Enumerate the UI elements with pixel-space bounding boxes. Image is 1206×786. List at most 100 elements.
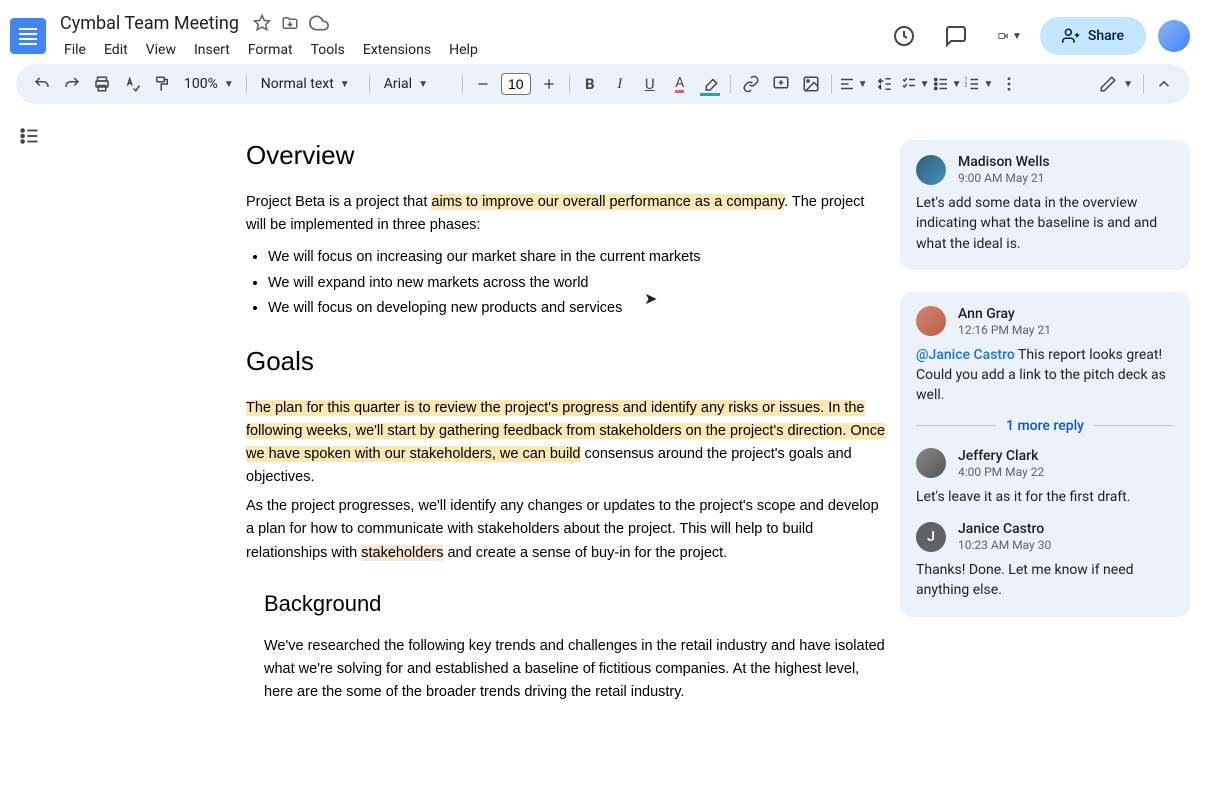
more-button[interactable]: [995, 70, 1023, 98]
comment-body: @Janice Castro This report looks great! …: [916, 345, 1174, 406]
font-size-input[interactable]: [501, 73, 531, 95]
zoom-select[interactable]: 100% ▼: [178, 76, 240, 92]
history-icon[interactable]: [884, 16, 924, 56]
line-spacing-button[interactable]: [870, 70, 898, 98]
highlight-color-button[interactable]: [696, 70, 724, 98]
title-area: Cymbal Team Meeting File Edit View Inser…: [56, 11, 884, 62]
more-replies-divider: 1 more reply: [916, 418, 1174, 434]
menu-insert[interactable]: Insert: [186, 38, 238, 62]
undo-button[interactable]: [28, 70, 56, 98]
numbered-list-button[interactable]: 12▼: [963, 70, 993, 98]
comment-body: Let's leave it as it for the first draft…: [916, 487, 1174, 507]
link-button[interactable]: [737, 70, 765, 98]
print-button[interactable]: [88, 70, 116, 98]
menu-tools[interactable]: Tools: [303, 38, 353, 62]
share-label: Share: [1088, 28, 1124, 44]
overview-paragraph[interactable]: Project Beta is a project that aims to i…: [246, 191, 886, 237]
chevron-down-icon: ▼: [1012, 31, 1022, 42]
menu-file[interactable]: File: [56, 38, 94, 62]
outline-toggle: [16, 112, 56, 786]
overview-bullets[interactable]: We will focus on increasing our market s…: [268, 245, 886, 321]
heading-overview[interactable]: Overview: [246, 140, 886, 171]
paragraph-style-value: Normal text: [261, 76, 334, 92]
comment-author: Ann Gray: [958, 306, 1051, 322]
move-icon[interactable]: [281, 14, 299, 32]
insert-image-button[interactable]: [797, 70, 825, 98]
editing-mode-button[interactable]: ▼: [1095, 70, 1137, 98]
bullet-item[interactable]: We will focus on developing new products…: [268, 296, 886, 321]
share-button[interactable]: Share: [1040, 17, 1146, 55]
chevron-down-icon: ▼: [340, 79, 350, 90]
italic-button[interactable]: I: [606, 70, 634, 98]
comment-reply: Jeffery Clark 4:00 PM May 22 Let's leave…: [916, 448, 1174, 507]
background-paragraph[interactable]: We've researched the following key trend…: [246, 635, 886, 705]
add-comment-button[interactable]: [767, 70, 795, 98]
comment-time: 10:23 AM May 30: [958, 538, 1051, 552]
align-button[interactable]: ▼: [838, 70, 868, 98]
header-actions: ▼ Share: [884, 16, 1190, 56]
comment-avatar: [916, 155, 946, 185]
goals-paragraph-2[interactable]: As the project progresses, we'll identif…: [246, 495, 886, 565]
menu-extensions[interactable]: Extensions: [355, 38, 439, 62]
comment-time: 4:00 PM May 22: [958, 465, 1044, 479]
highlighted-text: aims to improve our overall performance …: [431, 194, 784, 210]
comment-body: Let's add some data in the overview indi…: [916, 193, 1174, 254]
meet-button[interactable]: ▼: [988, 16, 1028, 56]
heading-goals[interactable]: Goals: [246, 346, 886, 377]
underline-button[interactable]: U: [636, 70, 664, 98]
star-icon[interactable]: [253, 14, 271, 32]
document-title[interactable]: Cymbal Team Meeting: [56, 11, 243, 36]
increase-font-button[interactable]: [535, 70, 563, 98]
decrease-font-button[interactable]: [469, 70, 497, 98]
cloud-status-icon[interactable]: [309, 13, 329, 33]
bold-button[interactable]: B: [576, 70, 604, 98]
bullet-item[interactable]: We will expand into new markets across t…: [268, 271, 886, 296]
toolbar-container: 100% ▼ Normal text ▼ Arial ▼ B I U A ▼: [0, 64, 1206, 112]
spellcheck-button[interactable]: [118, 70, 146, 98]
menu-edit[interactable]: Edit: [96, 38, 136, 62]
header: Cymbal Team Meeting File Edit View Inser…: [0, 0, 1206, 64]
bulleted-list-button[interactable]: ▼: [932, 70, 962, 98]
comment-avatar: [916, 448, 946, 478]
comment-body: Thanks! Done. Let me know if need anythi…: [916, 560, 1174, 601]
docs-logo[interactable]: [8, 16, 48, 56]
comment-card[interactable]: Ann Gray 12:16 PM May 21 @Janice Castro …: [900, 292, 1190, 617]
zoom-value: 100%: [184, 76, 218, 92]
document-area: ➤ Overview Project Beta is a project tha…: [0, 112, 1206, 786]
font-select[interactable]: Arial ▼: [376, 76, 456, 92]
menu-view[interactable]: View: [138, 38, 184, 62]
font-value: Arial: [384, 76, 412, 92]
chevron-down-icon: ▼: [418, 79, 428, 90]
document-content[interactable]: ➤ Overview Project Beta is a project tha…: [56, 112, 900, 786]
text-color-button[interactable]: A: [666, 70, 694, 98]
chevron-down-icon: ▼: [224, 79, 234, 90]
more-replies-link[interactable]: 1 more reply: [1006, 418, 1084, 434]
comment-author: Jeffery Clark: [958, 448, 1044, 464]
comment-author: Janice Castro: [958, 521, 1051, 537]
paint-format-button[interactable]: [148, 70, 176, 98]
paragraph-style-select[interactable]: Normal text ▼: [253, 76, 363, 92]
highlighted-text: stakeholders: [361, 545, 443, 561]
outline-icon[interactable]: [16, 122, 44, 150]
menu-format[interactable]: Format: [240, 38, 301, 62]
comment-card[interactable]: Madison Wells 9:00 AM May 21 Let's add s…: [900, 140, 1190, 270]
mention[interactable]: @Janice Castro: [916, 347, 1015, 363]
comment-avatar: [916, 306, 946, 336]
menu-help[interactable]: Help: [441, 38, 486, 62]
comments-icon[interactable]: [936, 16, 976, 56]
collapse-toolbar-button[interactable]: [1150, 70, 1178, 98]
checklist-button[interactable]: ▼: [900, 70, 930, 98]
menu-bar: File Edit View Insert Format Tools Exten…: [56, 38, 884, 62]
comments-sidebar: Madison Wells 9:00 AM May 21 Let's add s…: [900, 112, 1190, 786]
goals-paragraph-1[interactable]: The plan for this quarter is to review t…: [246, 397, 886, 490]
redo-button[interactable]: [58, 70, 86, 98]
user-avatar[interactable]: [1158, 20, 1190, 52]
font-size-control: [469, 70, 563, 98]
toolbar: 100% ▼ Normal text ▼ Arial ▼ B I U A ▼: [16, 64, 1190, 104]
comment-avatar: J: [916, 522, 946, 552]
comment-time: 9:00 AM May 21: [958, 171, 1050, 185]
bullet-item[interactable]: We will focus on increasing our market s…: [268, 245, 886, 270]
svg-text:2: 2: [965, 82, 968, 88]
heading-background[interactable]: Background: [264, 591, 886, 617]
comment-reply: J Janice Castro 10:23 AM May 30 Thanks! …: [916, 521, 1174, 601]
